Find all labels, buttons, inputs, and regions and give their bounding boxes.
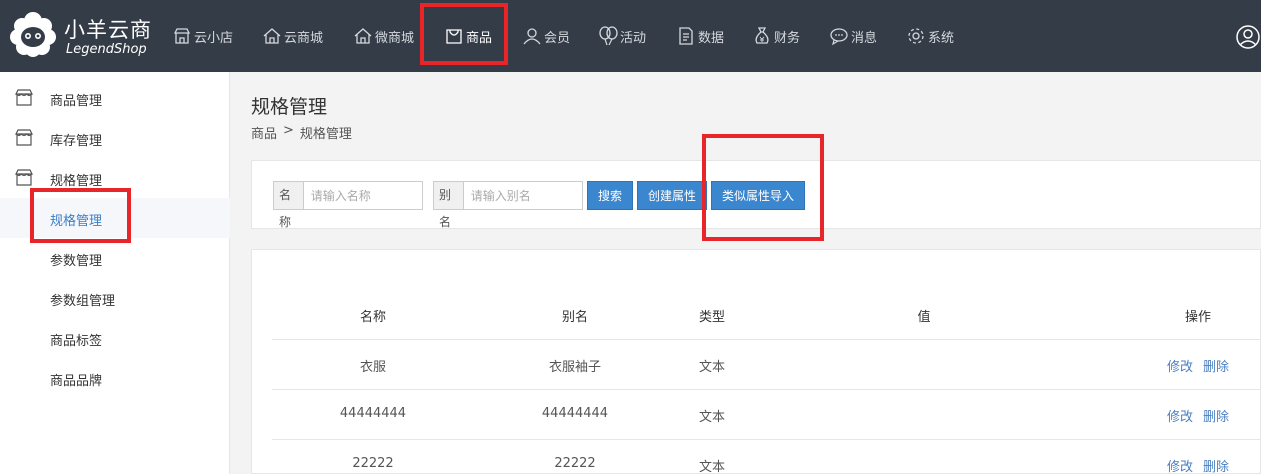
breadcrumb: 商品 > 规格管理 xyxy=(251,123,352,142)
search-button[interactable]: 搜索 xyxy=(587,181,633,210)
delete-link[interactable]: 删除 xyxy=(1203,406,1229,425)
sidebar-group-label: 规格管理 xyxy=(50,174,103,189)
store-icon xyxy=(173,28,191,44)
nav-item-yunshangcheng[interactable]: 云商城 xyxy=(262,20,323,52)
cell-name: 衣服 xyxy=(359,360,387,375)
cell-type: 文本 xyxy=(698,360,726,375)
alias-field-label: 别名 xyxy=(434,182,464,229)
nav-item-shuju[interactable]: 数据 xyxy=(676,20,724,52)
name-input[interactable] xyxy=(303,182,422,209)
highlight-annotation-sidebar xyxy=(30,188,131,243)
nav-label: 消息 xyxy=(851,30,878,46)
home-icon xyxy=(263,28,281,44)
edit-link[interactable]: 修改 xyxy=(1167,456,1193,474)
create-attribute-button[interactable]: 创建属性 xyxy=(637,181,707,210)
sidebar-item-product-brand[interactable]: 商品品牌 xyxy=(0,358,230,398)
sidebar-group-stock[interactable]: 库存管理 xyxy=(0,118,230,158)
column-header-alias: 别名 xyxy=(561,310,589,325)
name-search-field: 名称 xyxy=(273,181,423,229)
table-divider xyxy=(272,339,1261,340)
nav-label: 系统 xyxy=(928,30,955,46)
nav-label: 云小店 xyxy=(194,30,234,46)
cell-name: 44444444 xyxy=(339,406,407,421)
top-navbar: 小羊云商 LegendShop 云小店 云商城 微商城 商品 会员 活动 数据 … xyxy=(0,0,1261,72)
sheep-logo-icon xyxy=(10,12,56,57)
brand-name: 小羊云商 xyxy=(64,18,152,42)
shop-icon xyxy=(15,89,33,106)
column-header-actions: 操作 xyxy=(1184,310,1212,325)
sidebar-group-label: 商品管理 xyxy=(50,94,103,109)
page-title: 规格管理 xyxy=(251,96,328,118)
nav-label: 财务 xyxy=(774,30,801,46)
nav-label: 会员 xyxy=(544,30,571,46)
delete-link[interactable]: 删除 xyxy=(1203,356,1229,375)
sidebar-group-label: 库存管理 xyxy=(50,134,103,149)
sidebar-item-param-manage[interactable]: 参数管理 xyxy=(0,238,230,278)
chat-icon xyxy=(830,28,848,46)
sidebar-group-product[interactable]: 商品管理 xyxy=(0,78,230,118)
nav-label: 数据 xyxy=(698,30,725,46)
cell-type: 文本 xyxy=(698,460,726,474)
column-header-value: 值 xyxy=(917,310,931,325)
alias-search-field: 别名 xyxy=(433,181,583,229)
cell-name: 22222 xyxy=(352,456,394,471)
balloon-icon xyxy=(599,26,618,46)
highlight-annotation-import xyxy=(702,134,824,241)
nav-item-xiaoxi[interactable]: 消息 xyxy=(829,20,877,52)
sidebar-item-product-tag[interactable]: 商品标签 xyxy=(0,318,230,358)
name-field-label: 名称 xyxy=(274,182,304,229)
alias-input[interactable] xyxy=(463,182,582,209)
cell-alias: 44444444 xyxy=(541,406,609,421)
nav-item-xitong[interactable]: 系统 xyxy=(906,20,954,52)
column-header-name: 名称 xyxy=(359,310,387,325)
shop-icon xyxy=(15,129,33,146)
logo[interactable]: 小羊云商 LegendShop xyxy=(10,10,152,62)
home-outline-icon xyxy=(354,28,372,44)
table-divider xyxy=(272,439,1261,440)
nav-label: 活动 xyxy=(620,30,647,46)
cell-type: 文本 xyxy=(698,410,726,425)
table-panel xyxy=(251,249,1261,474)
brand-name-en: LegendShop xyxy=(66,42,147,57)
user-icon xyxy=(523,28,541,45)
nav-item-huiyuan[interactable]: 会员 xyxy=(522,20,570,52)
breadcrumb-item[interactable]: 商品 xyxy=(251,123,277,142)
delete-link[interactable]: 删除 xyxy=(1203,456,1229,474)
sidebar-item-label: 参数组管理 xyxy=(50,294,116,309)
breadcrumb-item: 规格管理 xyxy=(299,127,352,142)
sidebar-item-label: 商品标签 xyxy=(50,334,103,349)
nav-item-yunxiaodian[interactable]: 云小店 xyxy=(172,20,233,52)
table-divider xyxy=(272,389,1261,390)
nav-item-caiwu[interactable]: 财务 xyxy=(752,20,800,52)
nav-item-weishangcheng[interactable]: 微商城 xyxy=(353,20,414,52)
sidebar-item-param-group[interactable]: 参数组管理 xyxy=(0,278,230,318)
nav-label: 云商城 xyxy=(284,30,324,46)
highlight-annotation-nav xyxy=(420,3,508,65)
sidebar-item-label: 商品品牌 xyxy=(50,374,103,389)
shop-icon xyxy=(15,169,33,186)
edit-link[interactable]: 修改 xyxy=(1167,356,1193,375)
sidebar-item-label: 参数管理 xyxy=(50,254,103,269)
nav-label: 微商城 xyxy=(375,30,415,46)
account-icon[interactable] xyxy=(1235,24,1261,50)
cell-alias: 衣服袖子 xyxy=(548,360,602,375)
gear-icon xyxy=(908,28,924,44)
edit-link[interactable]: 修改 xyxy=(1167,406,1193,425)
breadcrumb-separator: > xyxy=(283,123,294,138)
document-icon xyxy=(679,27,693,45)
nav-item-huodong[interactable]: 活动 xyxy=(598,20,646,52)
money-bag-icon xyxy=(755,27,769,44)
cell-alias: 22222 xyxy=(554,456,596,471)
sidebar: 商品管理 库存管理 规格管理 规格管理 参数管理 参数组管理 商品标签 商品品牌 xyxy=(0,72,230,474)
column-header-type: 类型 xyxy=(698,310,726,325)
